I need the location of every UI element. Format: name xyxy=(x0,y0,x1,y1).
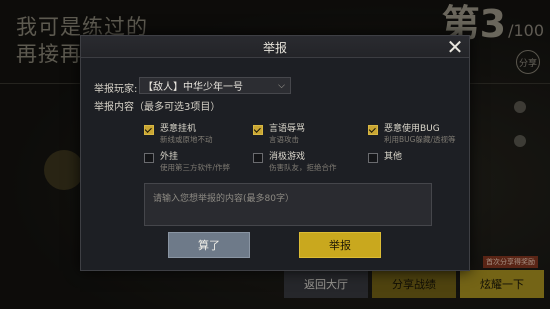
option-title: 消极游戏 xyxy=(269,152,306,162)
dialog-header: 举报 ✕ xyxy=(81,36,469,58)
option-verbal-abuse-checkbox[interactable] xyxy=(253,125,263,135)
option-title: 其他 xyxy=(384,152,403,162)
option-cheat-checkbox[interactable] xyxy=(144,153,154,163)
report-content-label: 举报内容（最多可选3项目） xyxy=(94,102,221,113)
option-title: 言语辱骂 xyxy=(269,124,306,134)
report-player-value: 【敌人】中华少年一号 xyxy=(143,82,243,93)
option-desc: 使用第三方软件/作弊 xyxy=(160,163,231,172)
option-passive-play[interactable]: 消极游戏 伤害队友，拒绝合作 xyxy=(253,152,337,173)
option-title: 外挂 xyxy=(160,152,179,162)
option-afk[interactable]: 恶意挂机 新线或原地不动 xyxy=(144,124,213,145)
report-details-input[interactable] xyxy=(144,183,432,226)
option-title: 恶意使用BUG xyxy=(384,124,440,134)
option-title: 恶意挂机 xyxy=(160,124,197,134)
option-afk-checkbox[interactable] xyxy=(144,125,154,135)
option-desc: 言语攻击 xyxy=(269,135,299,144)
option-other-checkbox[interactable] xyxy=(368,153,378,163)
option-passive-play-checkbox[interactable] xyxy=(253,153,263,163)
report-player-label: 举报玩家: xyxy=(94,84,138,95)
option-cheat[interactable]: 外挂 使用第三方软件/作弊 xyxy=(144,152,230,173)
option-desc: 新线或原地不动 xyxy=(160,135,213,144)
submit-report-button[interactable]: 举报 xyxy=(299,232,381,258)
option-desc: 利用BUG躲藏/透视等 xyxy=(384,135,456,144)
option-verbal-abuse[interactable]: 言语辱骂 言语攻击 xyxy=(253,124,305,145)
close-icon[interactable]: ✕ xyxy=(444,36,466,58)
option-bug-abuse-checkbox[interactable] xyxy=(368,125,378,135)
option-desc: 伤害队友，拒绝合作 xyxy=(269,163,337,172)
option-other[interactable]: 其他 xyxy=(368,152,402,163)
option-bug-abuse[interactable]: 恶意使用BUG 利用BUG躲藏/透视等 xyxy=(368,124,455,145)
report-dialog: 举报 ✕ 举报玩家: 【敌人】中华少年一号 ⌵ 举报内容（最多可选3项目） 恶意… xyxy=(80,35,470,271)
dialog-title: 举报 xyxy=(262,41,287,55)
chevron-down-icon: ⌵ xyxy=(278,81,285,91)
report-player-select[interactable]: 【敌人】中华少年一号 ⌵ xyxy=(139,77,291,94)
cancel-button[interactable]: 算了 xyxy=(168,232,250,258)
